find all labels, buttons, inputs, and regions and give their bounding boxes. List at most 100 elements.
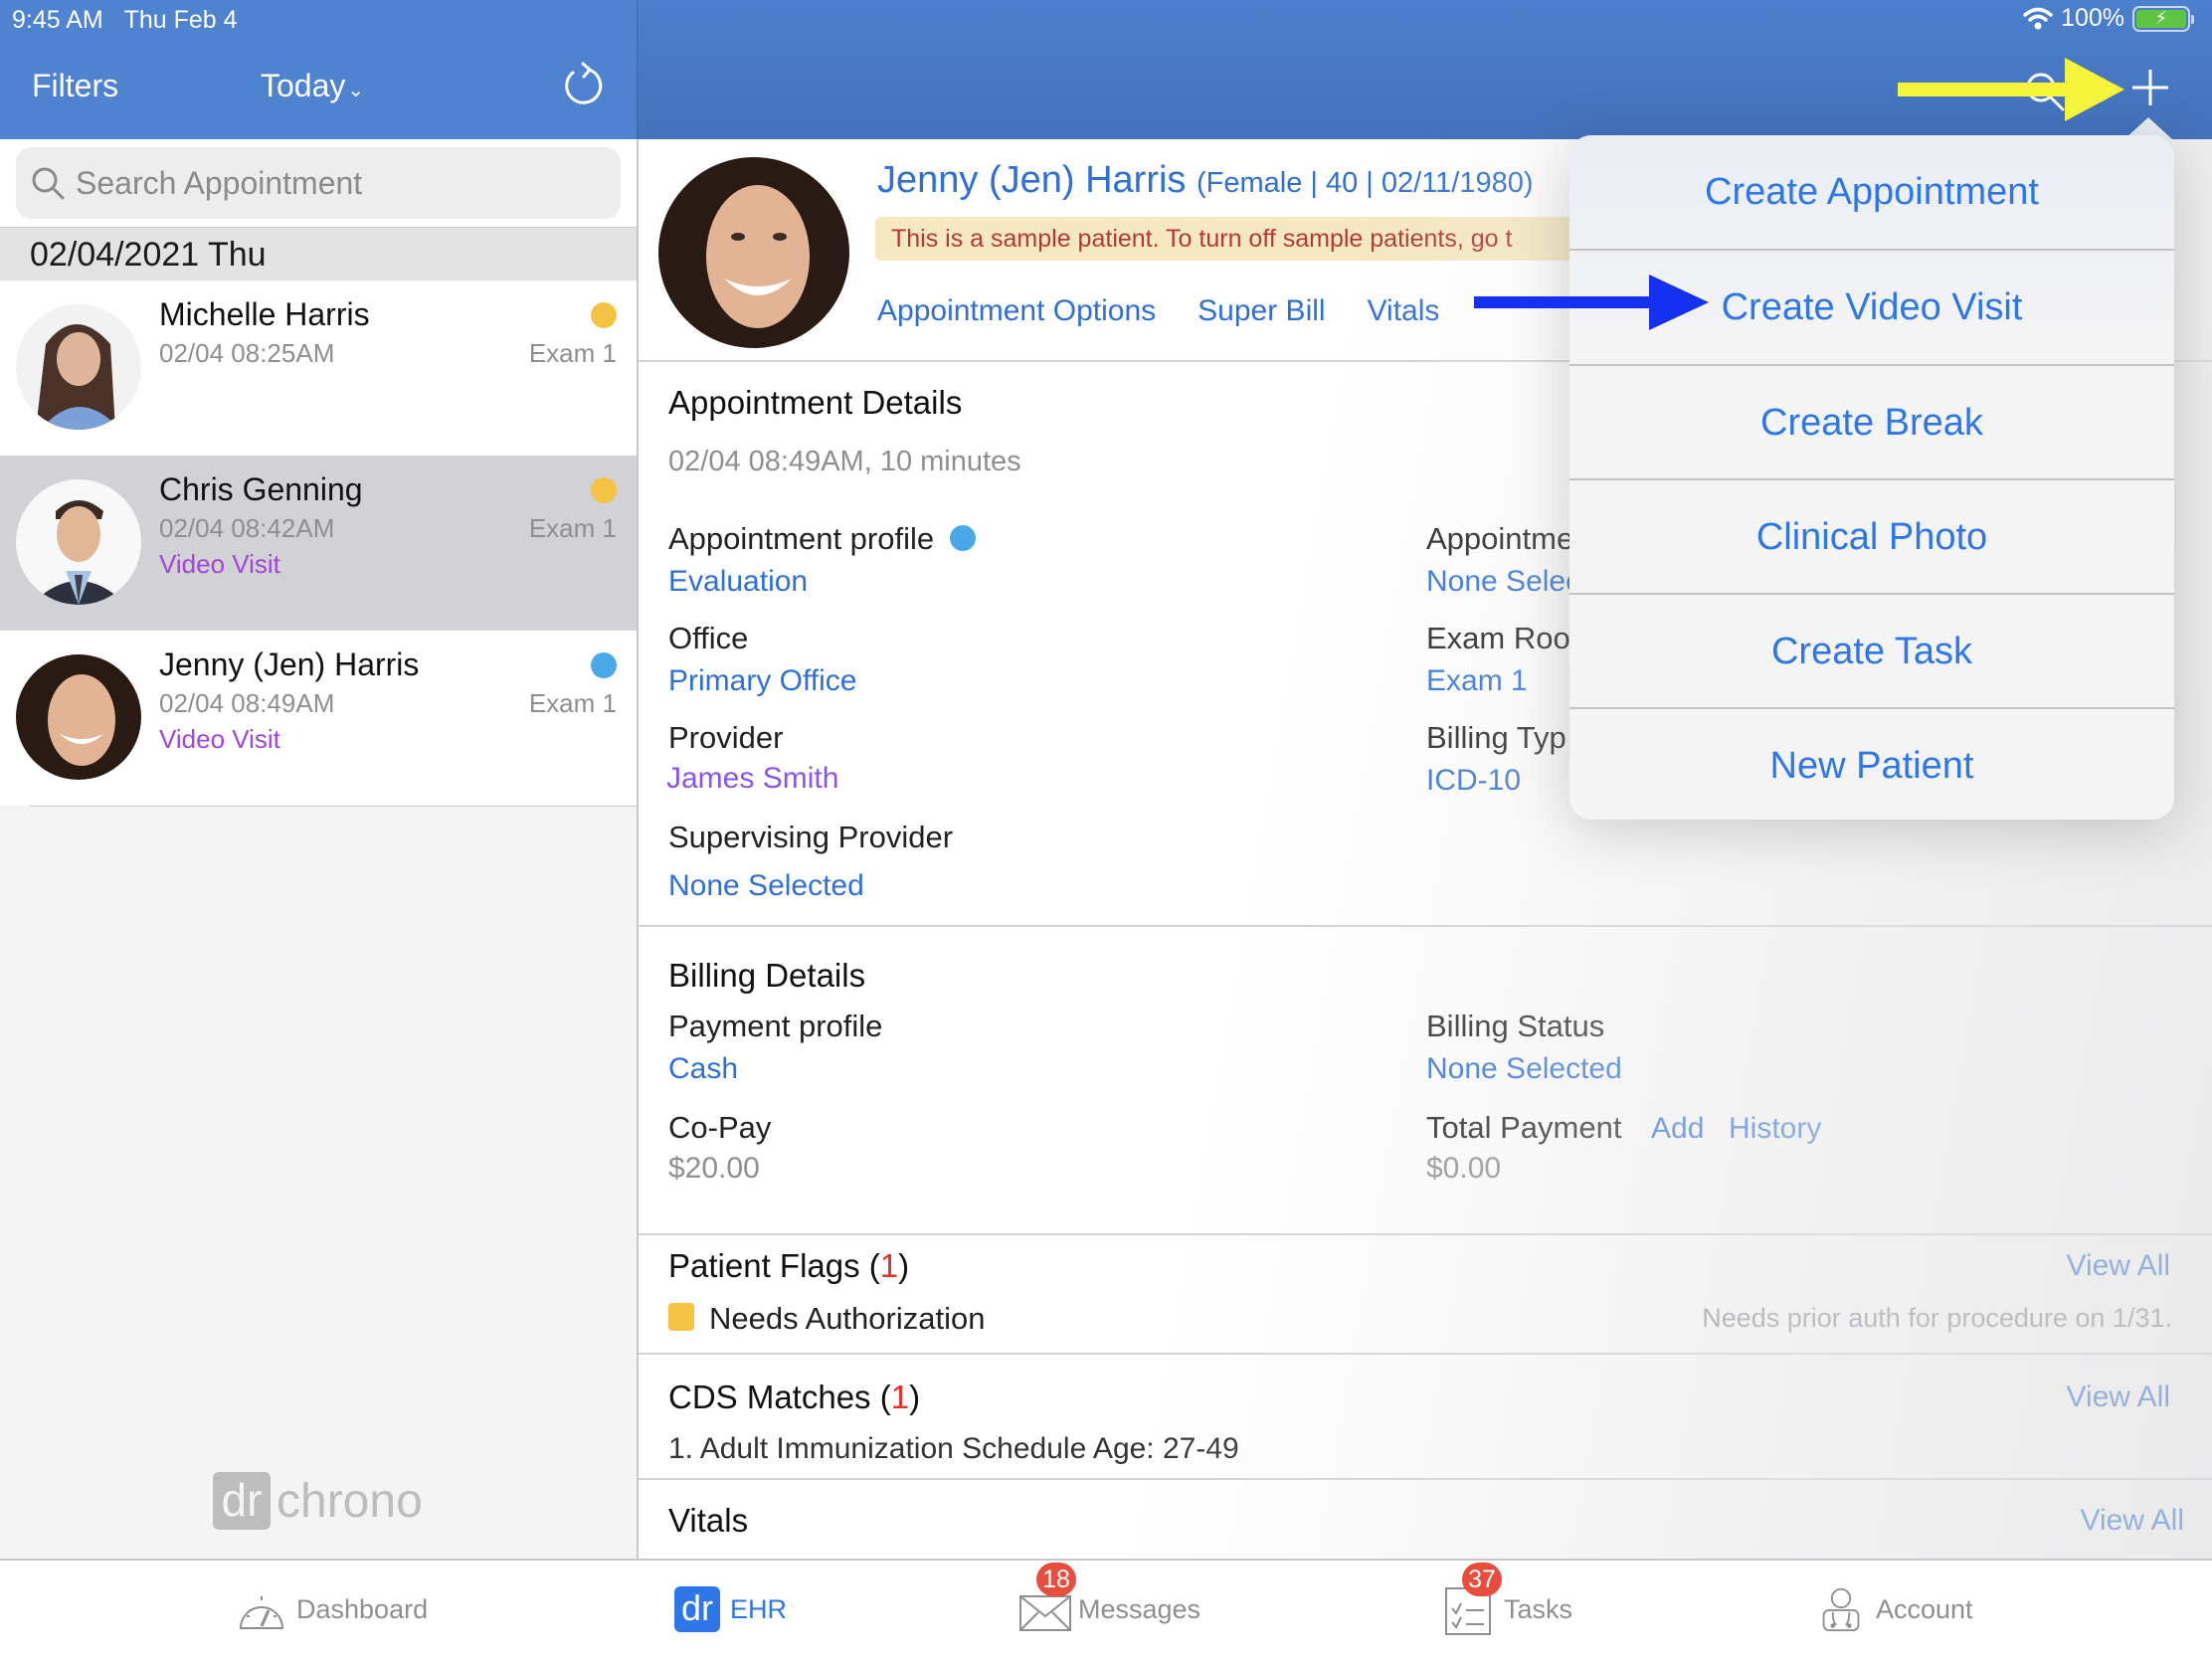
tasks-badge: 37 — [1462, 1563, 1502, 1596]
yellow-arrow-annotation — [1898, 58, 2124, 121]
create-appointment-menu-item[interactable]: Create Appointment — [1569, 135, 2174, 250]
appointment-status-label: Appointme — [1426, 521, 1574, 556]
status-date: Thu Feb 4 — [123, 6, 238, 34]
vitals-title: Vitals — [668, 1502, 749, 1539]
appointment-time: 02/04 08:42AM — [159, 513, 335, 543]
chevron-down-icon: ⌄ — [347, 80, 365, 101]
exam-room: Exam 1 — [528, 688, 617, 718]
super-bill-link[interactable]: Super Bill — [1198, 294, 1325, 328]
copay-label: Co-Pay — [668, 1110, 772, 1145]
profile-color-dot — [950, 525, 977, 551]
supervising-provider-value[interactable]: None Selected — [668, 869, 864, 903]
appointment-row[interactable]: Jenny (Jen) Harris 02/04 08:49AM Video V… — [0, 631, 637, 806]
appointment-time: 02/04 08:25AM — [159, 338, 335, 368]
add-menu-popover: Create Appointment Create Video Visit Cr… — [1569, 135, 2174, 820]
patient-demographics: (Female | 40 | 02/11/1980) — [1196, 167, 1534, 199]
section-divider — [639, 925, 2212, 927]
exam-room-value[interactable]: Exam 1 — [1426, 664, 1528, 698]
flag-name[interactable]: Needs Authorization — [709, 1301, 985, 1337]
total-payment-value: $0.00 — [1426, 1152, 1502, 1185]
visit-type: Video Visit — [159, 549, 280, 579]
patient-flags-title: Patient Flags (1) — [668, 1247, 910, 1284]
search-field[interactable] — [16, 147, 621, 219]
appointment-row[interactable]: Chris Genning 02/04 08:42AM Video Visit … — [0, 456, 637, 631]
billing-status-value[interactable]: None Selected — [1426, 1052, 1622, 1086]
cds-match-item[interactable]: 1. Adult Immunization Schedule Age: 27-4… — [668, 1432, 1239, 1466]
brand-name: chrono — [276, 1474, 423, 1528]
patient-name-heading[interactable]: Jenny (Jen) Harris (Female | 40 | 02/11/… — [877, 159, 1534, 202]
flag-color-swatch — [668, 1303, 694, 1331]
tab-ehr[interactable]: dr EHR — [674, 1586, 787, 1632]
speedometer-icon — [239, 1596, 284, 1629]
exam-room: Exam 1 — [528, 513, 617, 543]
search-input[interactable] — [76, 164, 593, 202]
new-patient-menu-item[interactable]: New Patient — [1569, 709, 2174, 820]
office-label: Office — [668, 621, 749, 655]
cds-matches-title-text: CDS Matches — [668, 1379, 871, 1415]
clock: 9:45 AM — [12, 6, 103, 34]
patient-full-name: Jenny (Jen) Harris — [877, 159, 1187, 201]
drchrono-icon: dr — [674, 1586, 720, 1632]
search-icon — [32, 167, 65, 200]
patient-name: Michelle Harris — [159, 296, 370, 332]
office-value[interactable]: Primary Office — [668, 664, 856, 698]
status-dot — [591, 302, 617, 328]
appointment-profile-value[interactable]: Evaluation — [668, 565, 808, 599]
billing-type-value[interactable]: ICD-10 — [1426, 764, 1521, 798]
avatar — [16, 304, 141, 430]
cds-matches-view-all[interactable]: View All — [2066, 1381, 2170, 1414]
create-task-menu-item[interactable]: Create Task — [1569, 595, 2174, 709]
avatar — [16, 479, 141, 605]
plus-icon[interactable] — [2128, 66, 2172, 109]
status-dot — [591, 652, 617, 678]
vitals-view-all[interactable]: View All — [2080, 1504, 2184, 1538]
date-section-header: 02/04/2021 Thu — [0, 227, 637, 280]
status-bar-time: 9:45 AM Thu Feb 4 — [12, 6, 238, 35]
patient-avatar[interactable] — [658, 157, 849, 348]
date-filter-dropdown[interactable]: Today ⌄ — [261, 68, 364, 104]
tab-label: Dashboard — [296, 1593, 429, 1624]
appointment-status-value[interactable]: None Selec — [1426, 565, 1580, 599]
sample-patient-banner: This is a sample patient. To turn off sa… — [875, 217, 1591, 261]
avatar — [16, 654, 141, 780]
appointment-options-link[interactable]: Appointment Options — [877, 294, 1156, 328]
header-divider — [637, 0, 638, 139]
status-bar-right: 100% ⚡ — [2023, 4, 2194, 33]
refresh-icon[interactable] — [559, 62, 607, 109]
tab-messages[interactable]: 18 Messages — [1018, 1563, 1201, 1632]
tab-bar: Dashboard dr EHR 18 Messages 37 Tasks Ac… — [0, 1559, 2212, 1659]
patient-flags-count: 1 — [879, 1247, 899, 1284]
provider-value[interactable]: James Smith — [666, 762, 838, 796]
billing-status-label: Billing Status — [1426, 1009, 1605, 1043]
exam-room-label: Exam Roo — [1426, 621, 1570, 655]
vitals-link[interactable]: Vitals — [1368, 294, 1440, 328]
tab-tasks[interactable]: 37 Tasks — [1444, 1563, 1572, 1635]
patient-action-links: Appointment Options Super Bill Vitals — [877, 294, 1439, 328]
billing-details-title: Billing Details — [668, 957, 866, 994]
copay-value: $20.00 — [668, 1152, 760, 1185]
payment-history-link[interactable]: History — [1729, 1112, 1821, 1146]
envelope-icon-wrap: 18 — [1018, 1563, 1076, 1632]
section-divider — [639, 1233, 2212, 1235]
patient-flags-view-all[interactable]: View All — [2066, 1249, 2170, 1283]
appointment-profile-label-text: Appointment profile — [668, 521, 935, 556]
visit-type: Video Visit — [159, 724, 280, 754]
payment-profile-label: Payment profile — [668, 1009, 883, 1043]
drchrono-logo: dr chrono — [213, 1472, 423, 1530]
add-payment-link[interactable]: Add — [1651, 1112, 1704, 1146]
battery-icon: ⚡ — [2132, 5, 2194, 32]
create-break-menu-item[interactable]: Create Break — [1569, 366, 2174, 480]
tab-account[interactable]: Account — [1816, 1586, 1973, 1632]
clinical-photo-menu-item[interactable]: Clinical Photo — [1569, 480, 2174, 595]
wifi-icon — [2023, 7, 2053, 29]
supervising-provider-label: Supervising Provider — [668, 820, 954, 854]
filters-button[interactable]: Filters — [32, 68, 118, 104]
billing-type-label: Billing Typ — [1426, 720, 1567, 755]
tab-dashboard[interactable]: Dashboard — [237, 1586, 428, 1632]
tab-label: Messages — [1078, 1593, 1201, 1624]
messages-badge: 18 — [1036, 1563, 1076, 1596]
cds-matches-count: 1 — [890, 1379, 910, 1415]
payment-profile-value[interactable]: Cash — [668, 1052, 738, 1086]
appointment-row[interactable]: Michelle Harris 02/04 08:25AM Exam 1 — [0, 280, 637, 456]
checklist-icon-wrap: 37 — [1444, 1563, 1502, 1635]
